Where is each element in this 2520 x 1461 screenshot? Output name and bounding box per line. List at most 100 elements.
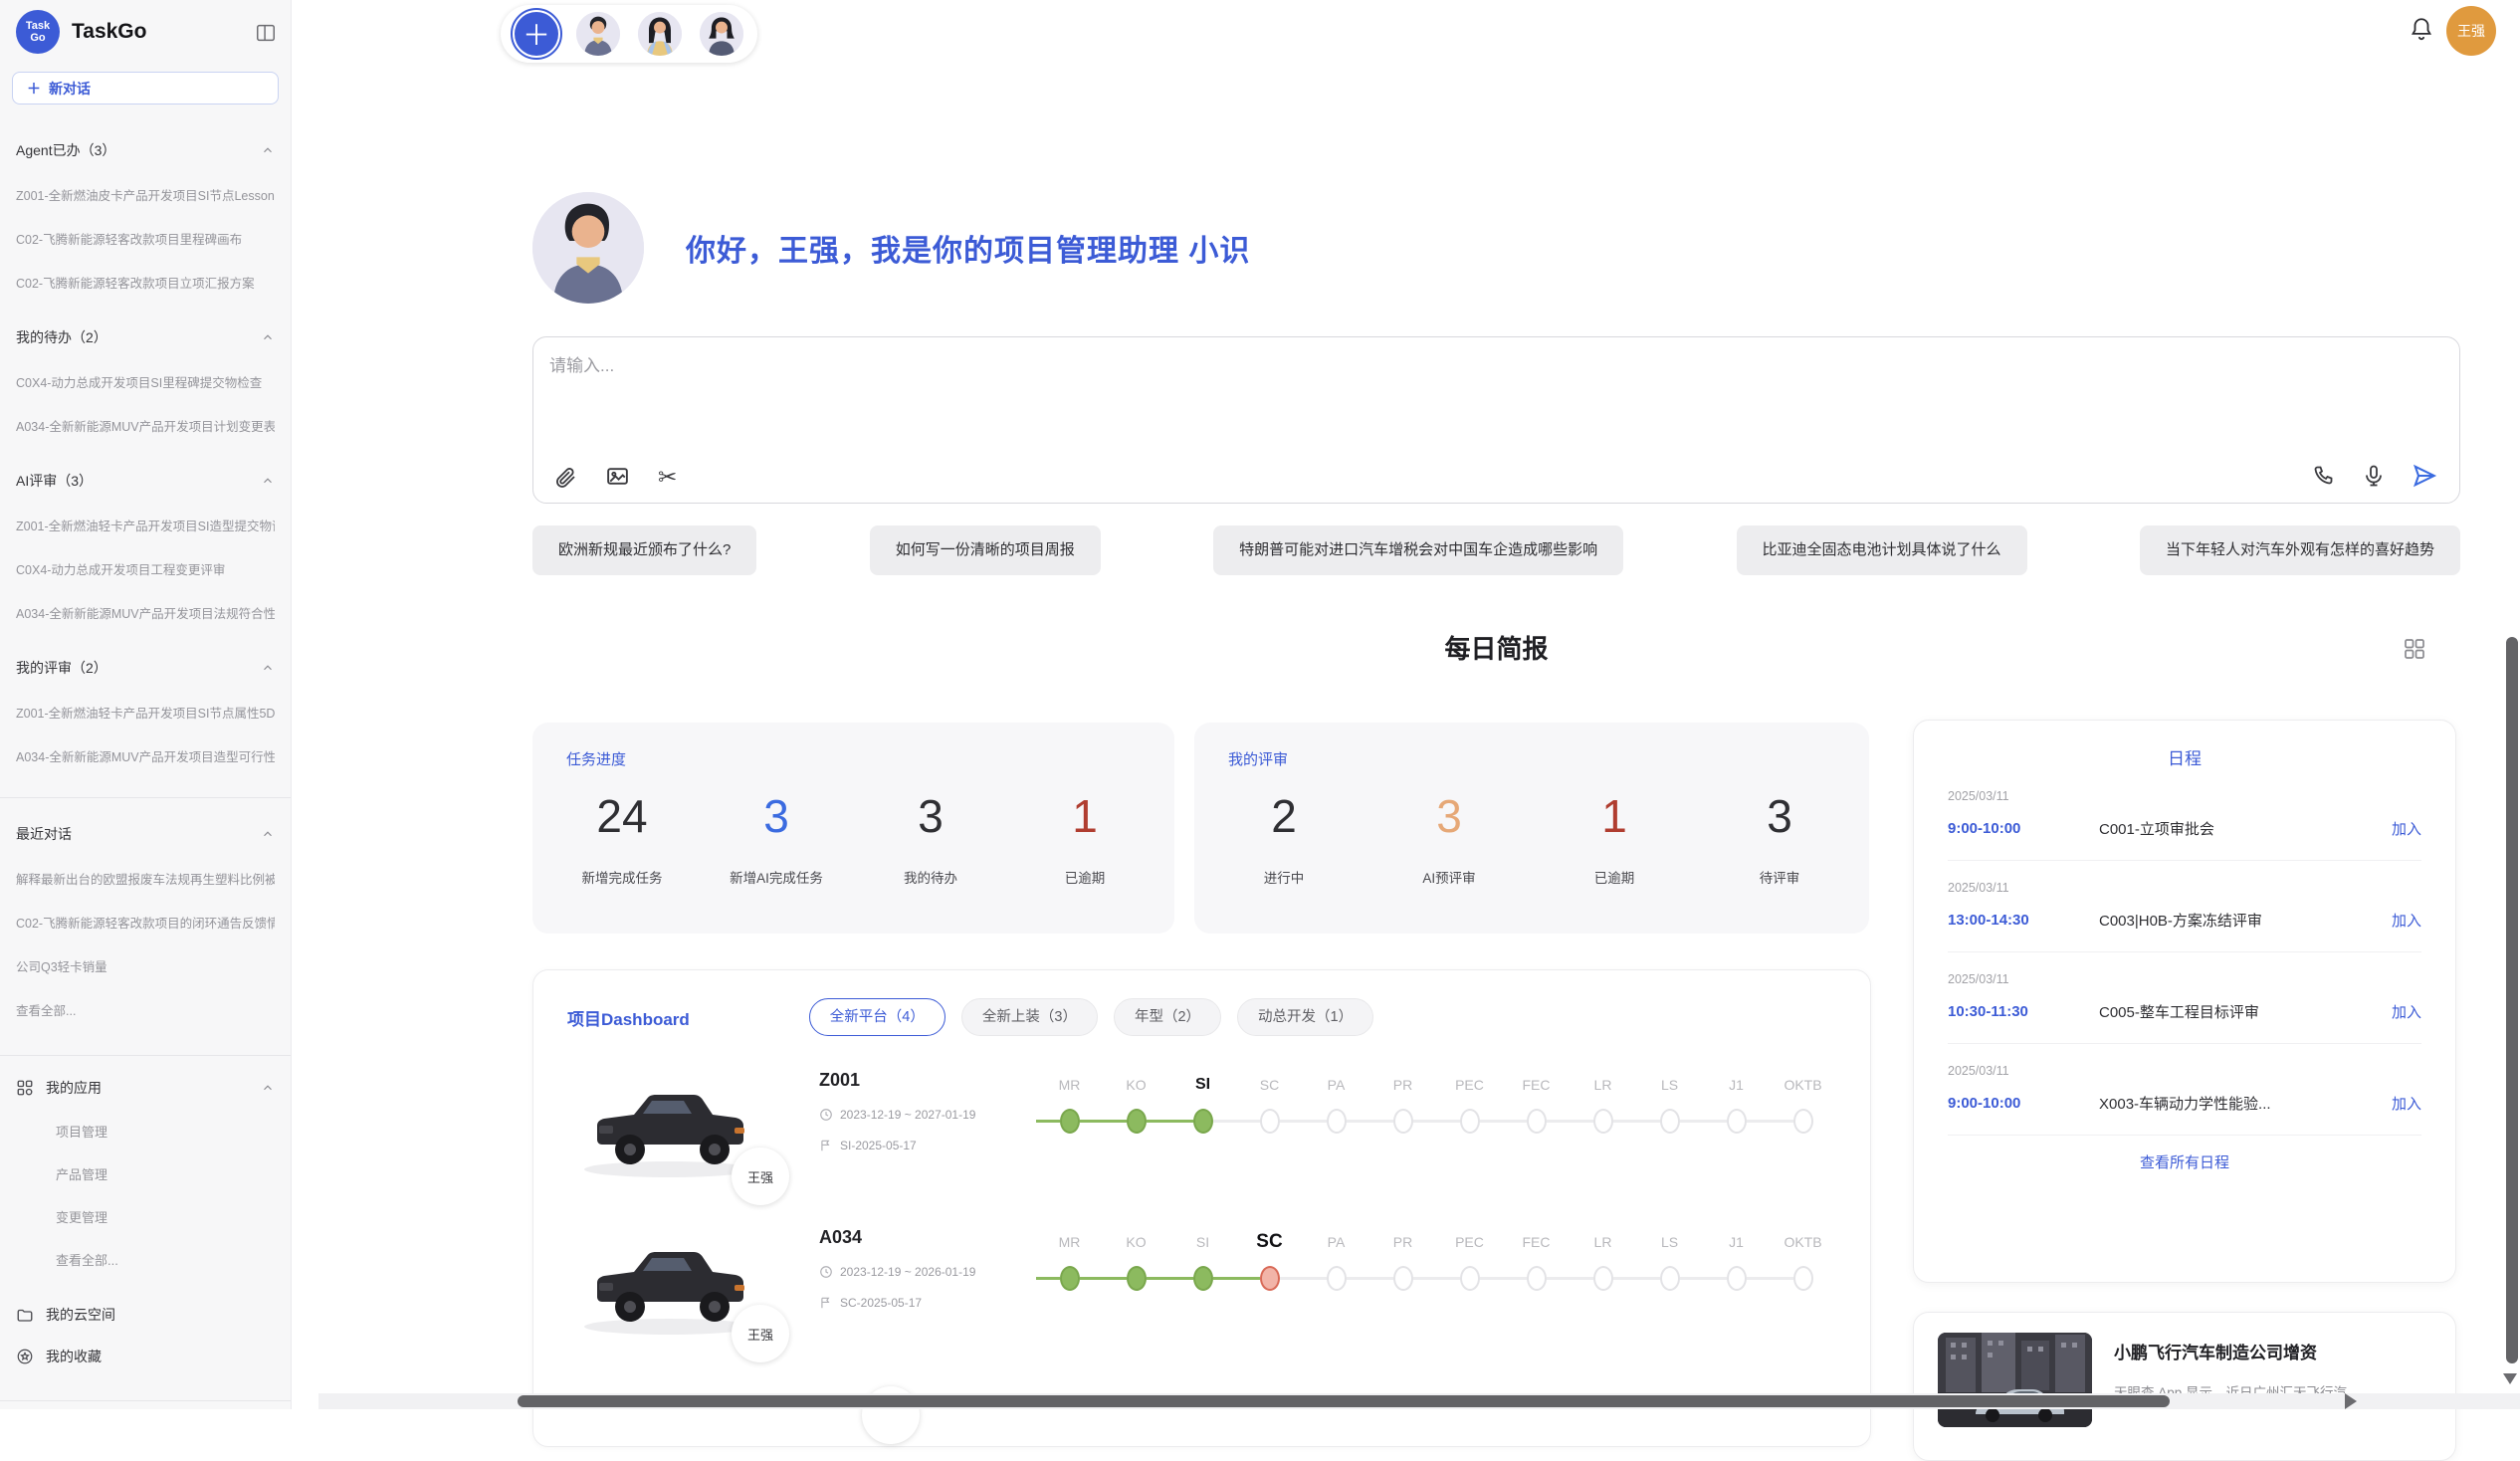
scroll-right-arrow[interactable] bbox=[2345, 1393, 2357, 1409]
section-recent-chats[interactable]: 最近对话 bbox=[16, 824, 275, 844]
sidebar-item[interactable]: C0X4-动力总成开发项目SI里程碑提交物检查 bbox=[16, 372, 275, 391]
schedule-entry: 2025/03/11 9:00-10:00 X003-车辆动力学性能验... 加… bbox=[1948, 1044, 2421, 1136]
milestone-connector bbox=[1080, 1120, 1104, 1123]
section-my-todo[interactable]: 我的待办（2） bbox=[16, 327, 275, 347]
milestone-dot bbox=[1393, 1266, 1413, 1291]
layout-grid-icon[interactable] bbox=[2403, 637, 2426, 661]
project-vehicle-image: 王强 bbox=[567, 1070, 771, 1183]
agent-avatar-2[interactable] bbox=[638, 12, 682, 56]
user-avatar[interactable]: 王强 bbox=[2446, 6, 2496, 56]
suggestion-chip[interactable]: 欧洲新规最近颁布了什么? bbox=[532, 525, 756, 575]
view-all-chats-link[interactable]: 查看全部... bbox=[16, 1000, 275, 1019]
schedule-event-title: X003-车辆动力学性能验... bbox=[2099, 1093, 2392, 1114]
view-all-apps-link[interactable]: 查看全部... bbox=[56, 1250, 275, 1269]
my-favorites-item[interactable]: 我的收藏 bbox=[16, 1347, 275, 1366]
suggestion-chip[interactable]: 特朗普可能对进口汽车增税会对中国车企造成哪些影响 bbox=[1213, 525, 1623, 575]
milestone-dot bbox=[1793, 1266, 1813, 1291]
chat-input[interactable] bbox=[549, 351, 2142, 441]
milestone-node: PA bbox=[1303, 1072, 1369, 1138]
attachment-icon[interactable] bbox=[553, 465, 577, 489]
milestone-label: PA bbox=[1303, 1072, 1369, 1098]
app-item-project-mgmt[interactable]: 项目管理 bbox=[56, 1122, 275, 1141]
new-chat-button[interactable]: ＋ 新对话 bbox=[12, 72, 279, 104]
tab-new-platform[interactable]: 全新平台（4） bbox=[809, 998, 945, 1036]
chevron-up-icon[interactable] bbox=[261, 827, 275, 841]
milestone-connector bbox=[1169, 1120, 1193, 1123]
agent-avatar-1[interactable] bbox=[576, 12, 620, 56]
agent-avatar-3[interactable] bbox=[700, 12, 743, 56]
join-link[interactable]: 加入 bbox=[2392, 1093, 2421, 1114]
milestone-dot bbox=[1193, 1266, 1213, 1291]
join-link[interactable]: 加入 bbox=[2392, 818, 2421, 839]
suggestion-chip[interactable]: 比亚迪全固态电池计划具体说了什么 bbox=[1737, 525, 2027, 575]
scroll-down-arrow[interactable] bbox=[2503, 1373, 2517, 1384]
card-title: 我的评审 bbox=[1228, 748, 1835, 769]
milestone-node: PA bbox=[1303, 1229, 1369, 1295]
microphone-icon[interactable] bbox=[2362, 464, 2386, 488]
milestone-connector bbox=[1303, 1277, 1327, 1280]
tab-new-body[interactable]: 全新上装（3） bbox=[961, 998, 1098, 1036]
join-link[interactable]: 加入 bbox=[2392, 1001, 2421, 1022]
milestone-connector bbox=[1036, 1120, 1060, 1123]
sidebar-item[interactable]: A034-全新新能源MUV产品开发项目计划变更表编写 bbox=[16, 416, 275, 435]
sidebar-item[interactable]: Z001-全新燃油轻卡产品开发项目SI节点属性5D文件评审 bbox=[16, 703, 275, 722]
schedule-time: 10:30-11:30 bbox=[1948, 1003, 2099, 1020]
sidebar-item[interactable]: Z001-全新燃油皮卡产品开发项目SI节点Lesson Learn报告 bbox=[16, 185, 275, 204]
sidebar-item[interactable]: C02-飞腾新能源轻客改款项目里程碑画布 bbox=[16, 229, 275, 248]
app-item-product-mgmt[interactable]: 产品管理 bbox=[56, 1164, 275, 1183]
view-all-schedule-link[interactable]: 查看所有日程 bbox=[1948, 1151, 2421, 1172]
recent-chat-item[interactable]: 公司Q3轻卡销量 bbox=[16, 956, 275, 975]
chevron-up-icon[interactable] bbox=[261, 661, 275, 675]
sidebar-item[interactable]: C0X4-动力总成开发项目工程变更评审 bbox=[16, 559, 275, 578]
sidebar-collapse-icon[interactable] bbox=[255, 22, 277, 44]
project-code[interactable]: Z001 bbox=[819, 1070, 1018, 1091]
sidebar-item[interactable]: A034-全新新能源MUV产品开发项目法规符合性评审 bbox=[16, 603, 275, 622]
recent-chat-item[interactable]: 解释最新出台的欧盟报废车法规再生塑料比例被调至15%... bbox=[16, 869, 275, 888]
project-row: 王强 Z001 2023-12-19 ~ 2027-01-19 SI-2025-… bbox=[567, 1070, 1836, 1183]
recent-chat-item[interactable]: C02-飞腾新能源轻客改款项目的闭环通告反馈情况 bbox=[16, 913, 275, 932]
schedule-date: 2025/03/11 bbox=[1948, 881, 2421, 895]
chevron-up-icon[interactable] bbox=[261, 143, 275, 157]
divider bbox=[0, 1055, 291, 1056]
project-code[interactable]: A034 bbox=[819, 1227, 1018, 1248]
tab-powertrain[interactable]: 动总开发（1） bbox=[1237, 998, 1373, 1036]
tab-year-model[interactable]: 年型（2） bbox=[1114, 998, 1221, 1036]
send-icon[interactable] bbox=[2412, 463, 2437, 489]
image-upload-icon[interactable] bbox=[605, 464, 630, 489]
section-my-review[interactable]: 我的评审（2） bbox=[16, 658, 275, 678]
chevron-up-icon[interactable] bbox=[261, 330, 275, 344]
join-link[interactable]: 加入 bbox=[2392, 910, 2421, 931]
notification-bell-icon[interactable] bbox=[2409, 16, 2434, 42]
dashboard-tabs: 全新平台（4） 全新上装（3） 年型（2） 动总开发（1） bbox=[809, 998, 1373, 1036]
news-card[interactable]: 小鹏飞行汽车制造公司增资 天眼查 App 显示，近日广州汇天飞行汽... bbox=[1913, 1312, 2456, 1461]
suggestion-chip[interactable]: 当下年轻人对汽车外观有怎样的喜好趋势 bbox=[2140, 525, 2460, 575]
section-agent-done[interactable]: Agent已办（3） bbox=[16, 140, 275, 160]
screenshot-scissors-icon[interactable]: ✂ bbox=[658, 465, 677, 489]
app-item-change-mgmt[interactable]: 变更管理 bbox=[56, 1207, 275, 1226]
horizontal-scrollbar-thumb[interactable] bbox=[518, 1395, 2170, 1407]
add-agent-button[interactable]: ＋ bbox=[515, 12, 558, 56]
milestone-label: KO bbox=[1103, 1072, 1169, 1098]
my-cloud-label: 我的云空间 bbox=[46, 1305, 115, 1325]
milestone-node: PEC bbox=[1436, 1229, 1503, 1295]
sidebar-item[interactable]: A034-全新新能源MUV产品开发项目造型可行性评审 bbox=[16, 746, 275, 765]
milestone-label: PEC bbox=[1436, 1072, 1503, 1098]
vertical-scrollbar-thumb[interactable] bbox=[2506, 637, 2518, 1363]
chevron-up-icon[interactable] bbox=[261, 474, 275, 488]
milestone-node: FEC bbox=[1503, 1072, 1570, 1138]
phone-call-icon[interactable] bbox=[2312, 464, 2336, 488]
suggestion-chip[interactable]: 如何写一份清晰的项目周报 bbox=[870, 525, 1101, 575]
milestone-dot bbox=[1660, 1266, 1680, 1291]
milestone-connector bbox=[1236, 1120, 1260, 1123]
stat-value: 2 bbox=[1234, 787, 1334, 845]
my-apps-header[interactable]: 我的应用 bbox=[16, 1078, 275, 1098]
sidebar-item[interactable]: C02-飞腾新能源轻客改款项目立项汇报方案 bbox=[16, 273, 275, 292]
milestone-connector bbox=[1080, 1277, 1104, 1280]
milestone-node: SC bbox=[1236, 1229, 1303, 1295]
my-cloud-item[interactable]: 我的云空间 bbox=[16, 1305, 275, 1325]
schedule-time: 9:00-10:00 bbox=[1948, 1095, 2099, 1112]
chevron-up-icon[interactable] bbox=[261, 1081, 275, 1095]
sidebar-item[interactable]: Z001-全新燃油轻卡产品开发项目SI造型提交物评审 bbox=[16, 516, 275, 534]
project-vehicle-image: 王强 bbox=[567, 1227, 771, 1341]
section-ai-review[interactable]: AI评审（3） bbox=[16, 471, 275, 491]
